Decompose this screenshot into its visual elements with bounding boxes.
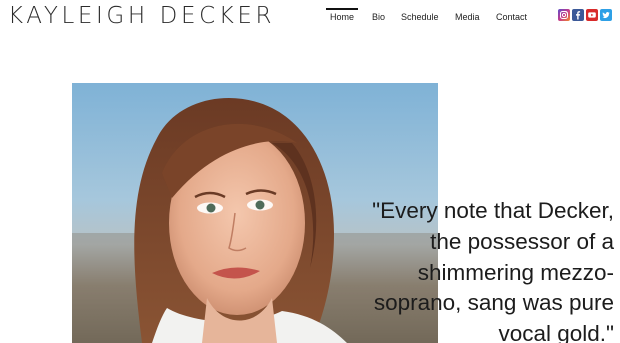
facebook-icon[interactable]: [572, 9, 584, 21]
press-quote: "Every note that Decker, the possessor o…: [352, 196, 614, 343]
nav-item-contact[interactable]: Contact: [496, 12, 527, 22]
quote-line: shimmering mezzo-: [417, 259, 614, 285]
nav-item-schedule[interactable]: Schedule: [401, 12, 439, 22]
youtube-icon[interactable]: [586, 9, 598, 21]
twitter-icon[interactable]: [600, 9, 612, 21]
quote-line: vocal gold.": [498, 321, 614, 343]
nav-item-home[interactable]: Home: [326, 8, 358, 22]
quote-line: "Every note that Decker,: [372, 198, 614, 223]
nav-item-media[interactable]: Media: [455, 12, 480, 22]
instagram-icon[interactable]: [558, 9, 570, 21]
nav-item-bio[interactable]: Bio: [372, 12, 385, 22]
quote-line: the possessor of a: [430, 228, 614, 254]
quote-line: soprano, sang was pure: [373, 290, 614, 316]
site-title[interactable]: KAYLEIGH DECKER: [8, 3, 275, 29]
